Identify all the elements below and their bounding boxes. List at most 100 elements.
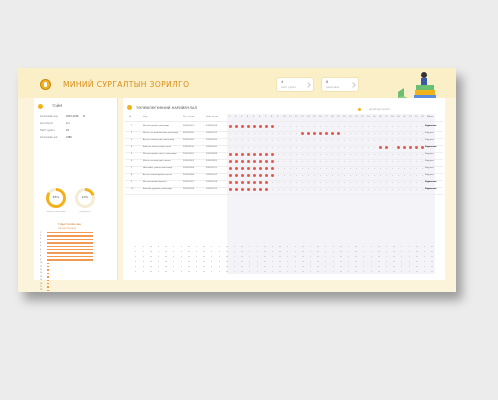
empty-cell (356, 161, 358, 163)
table-row[interactable]: 6 Монгол хэлний уран зохиол 2025/09/02 2025… (123, 160, 445, 167)
row-status[interactable]: Хийгдэж (425, 167, 434, 169)
row-status[interactable]: Хийгдэж (425, 160, 434, 162)
task-mark[interactable] (247, 167, 250, 171)
task-mark[interactable] (241, 160, 244, 164)
task-mark[interactable] (265, 153, 268, 157)
task-mark[interactable] (259, 181, 262, 185)
task-mark[interactable] (337, 132, 340, 136)
task-mark[interactable] (265, 174, 268, 178)
table-row[interactable]: 4 Байгаль шинжлэлийн төсөл 2025/09/10 2025/… (123, 146, 445, 153)
task-mark[interactable] (229, 188, 232, 192)
table-row[interactable]: 5 Математикийн нэмэлт даалгавар 2025/09/01… (123, 153, 445, 160)
task-mark[interactable] (415, 146, 418, 150)
filter-icon[interactable] (358, 108, 361, 111)
task-mark[interactable] (403, 146, 406, 150)
task-mark[interactable] (271, 160, 274, 164)
task-mark[interactable] (385, 146, 388, 150)
table-row[interactable]: 3 Англи хэлний үгийн даалгавар 2025/09/03 2… (123, 139, 445, 146)
row-status[interactable]: Хийгдэж (425, 132, 434, 134)
task-mark[interactable] (271, 174, 274, 178)
task-mark[interactable] (253, 188, 256, 192)
task-mark[interactable] (241, 153, 244, 157)
task-mark[interactable] (247, 153, 250, 157)
task-mark[interactable] (307, 132, 310, 136)
task-mark[interactable] (229, 153, 232, 157)
table-row[interactable]: 9 Математикийн бодлого 2025/09/07 2025/09/1… (123, 181, 445, 188)
task-mark[interactable] (301, 132, 304, 136)
task-mark[interactable] (379, 146, 382, 150)
task-mark[interactable] (247, 160, 250, 164)
task-mark[interactable] (247, 181, 250, 185)
empty-cell (157, 251, 160, 253)
table-row[interactable]: 1 Математикийн даалгавар 2025/09/01 2025/09… (123, 125, 445, 132)
task-mark[interactable] (235, 125, 238, 129)
task-mark[interactable] (325, 132, 328, 136)
task-mark[interactable] (241, 167, 244, 171)
table-row[interactable]: 8 Англи хэлний ярианы дасгал 2025/09/06 202… (123, 174, 445, 181)
task-mark[interactable] (331, 132, 334, 136)
task-mark[interactable] (235, 188, 238, 192)
task-mark[interactable] (235, 160, 238, 164)
task-mark[interactable] (259, 125, 262, 129)
row-status[interactable]: Хэрэгжсэн (425, 181, 436, 183)
task-mark[interactable] (265, 188, 268, 192)
task-mark[interactable] (271, 125, 274, 129)
row-status[interactable]: Хийгдэж (425, 153, 434, 155)
row-status[interactable]: Хэрэгжсэн (425, 188, 436, 190)
task-mark[interactable] (259, 153, 262, 157)
table-row[interactable]: 7 Нийгмийн ухааны даалгавар 2025/09/04 2025… (123, 167, 445, 174)
section-icon (38, 104, 43, 109)
row-status[interactable]: Хийгдэж (425, 139, 434, 141)
task-mark[interactable] (319, 132, 322, 136)
task-mark[interactable] (259, 188, 262, 192)
task-mark[interactable] (235, 181, 238, 185)
row-status[interactable]: Хэрэгжсэн (425, 125, 436, 127)
task-mark[interactable] (259, 167, 262, 171)
task-mark[interactable] (229, 125, 232, 129)
task-mark[interactable] (235, 167, 238, 171)
stat-card-students[interactable]: 4 нийт сурагч (276, 77, 314, 92)
task-mark[interactable] (241, 174, 244, 178)
task-mark[interactable] (265, 167, 268, 171)
task-mark[interactable] (253, 174, 256, 178)
row-status[interactable]: Хэрэгжсэн (425, 146, 436, 148)
task-mark[interactable] (241, 188, 244, 192)
task-mark[interactable] (421, 146, 424, 150)
task-mark[interactable] (247, 125, 250, 129)
task-mark[interactable] (247, 188, 250, 192)
task-mark[interactable] (229, 160, 232, 164)
task-mark[interactable] (259, 174, 262, 178)
table-row[interactable]: 10 Бичгийн дүрмийн даалгавар 2025/09/08 202… (123, 188, 445, 195)
task-mark[interactable] (253, 125, 256, 129)
task-mark[interactable] (241, 181, 244, 185)
task-mark[interactable] (409, 146, 412, 150)
task-mark[interactable] (265, 160, 268, 164)
task-mark[interactable] (253, 167, 256, 171)
task-mark[interactable] (235, 174, 238, 178)
row-status[interactable]: Хийгдэж (425, 174, 434, 176)
task-mark[interactable] (241, 125, 244, 129)
task-mark[interactable] (253, 181, 256, 185)
task-mark[interactable] (253, 153, 256, 157)
task-mark[interactable] (313, 132, 316, 136)
task-mark[interactable] (259, 160, 262, 164)
table-row[interactable]: 2 Монгол хэлний бичгийн даалгавар 2025/09/… (123, 132, 445, 139)
stat-card-tasks[interactable]: 6 даалгавар (321, 77, 359, 92)
task-mark[interactable] (253, 160, 256, 164)
task-mark[interactable] (247, 174, 250, 178)
task-mark[interactable] (271, 153, 274, 157)
task-mark[interactable] (229, 181, 232, 185)
empty-cell (386, 189, 388, 191)
empty-cell (157, 246, 160, 248)
list-number: 14 (40, 275, 43, 278)
filter-link[interactable]: шүүлтүүр сонгох (369, 108, 390, 111)
task-mark[interactable] (229, 174, 232, 178)
empty-cell (203, 271, 205, 273)
task-mark[interactable] (235, 153, 238, 157)
task-mark[interactable] (265, 125, 268, 129)
task-mark[interactable] (397, 146, 400, 150)
list-item: 1 (40, 232, 114, 234)
task-mark[interactable] (229, 167, 232, 171)
task-mark[interactable] (265, 181, 268, 185)
task-mark[interactable] (271, 167, 274, 171)
